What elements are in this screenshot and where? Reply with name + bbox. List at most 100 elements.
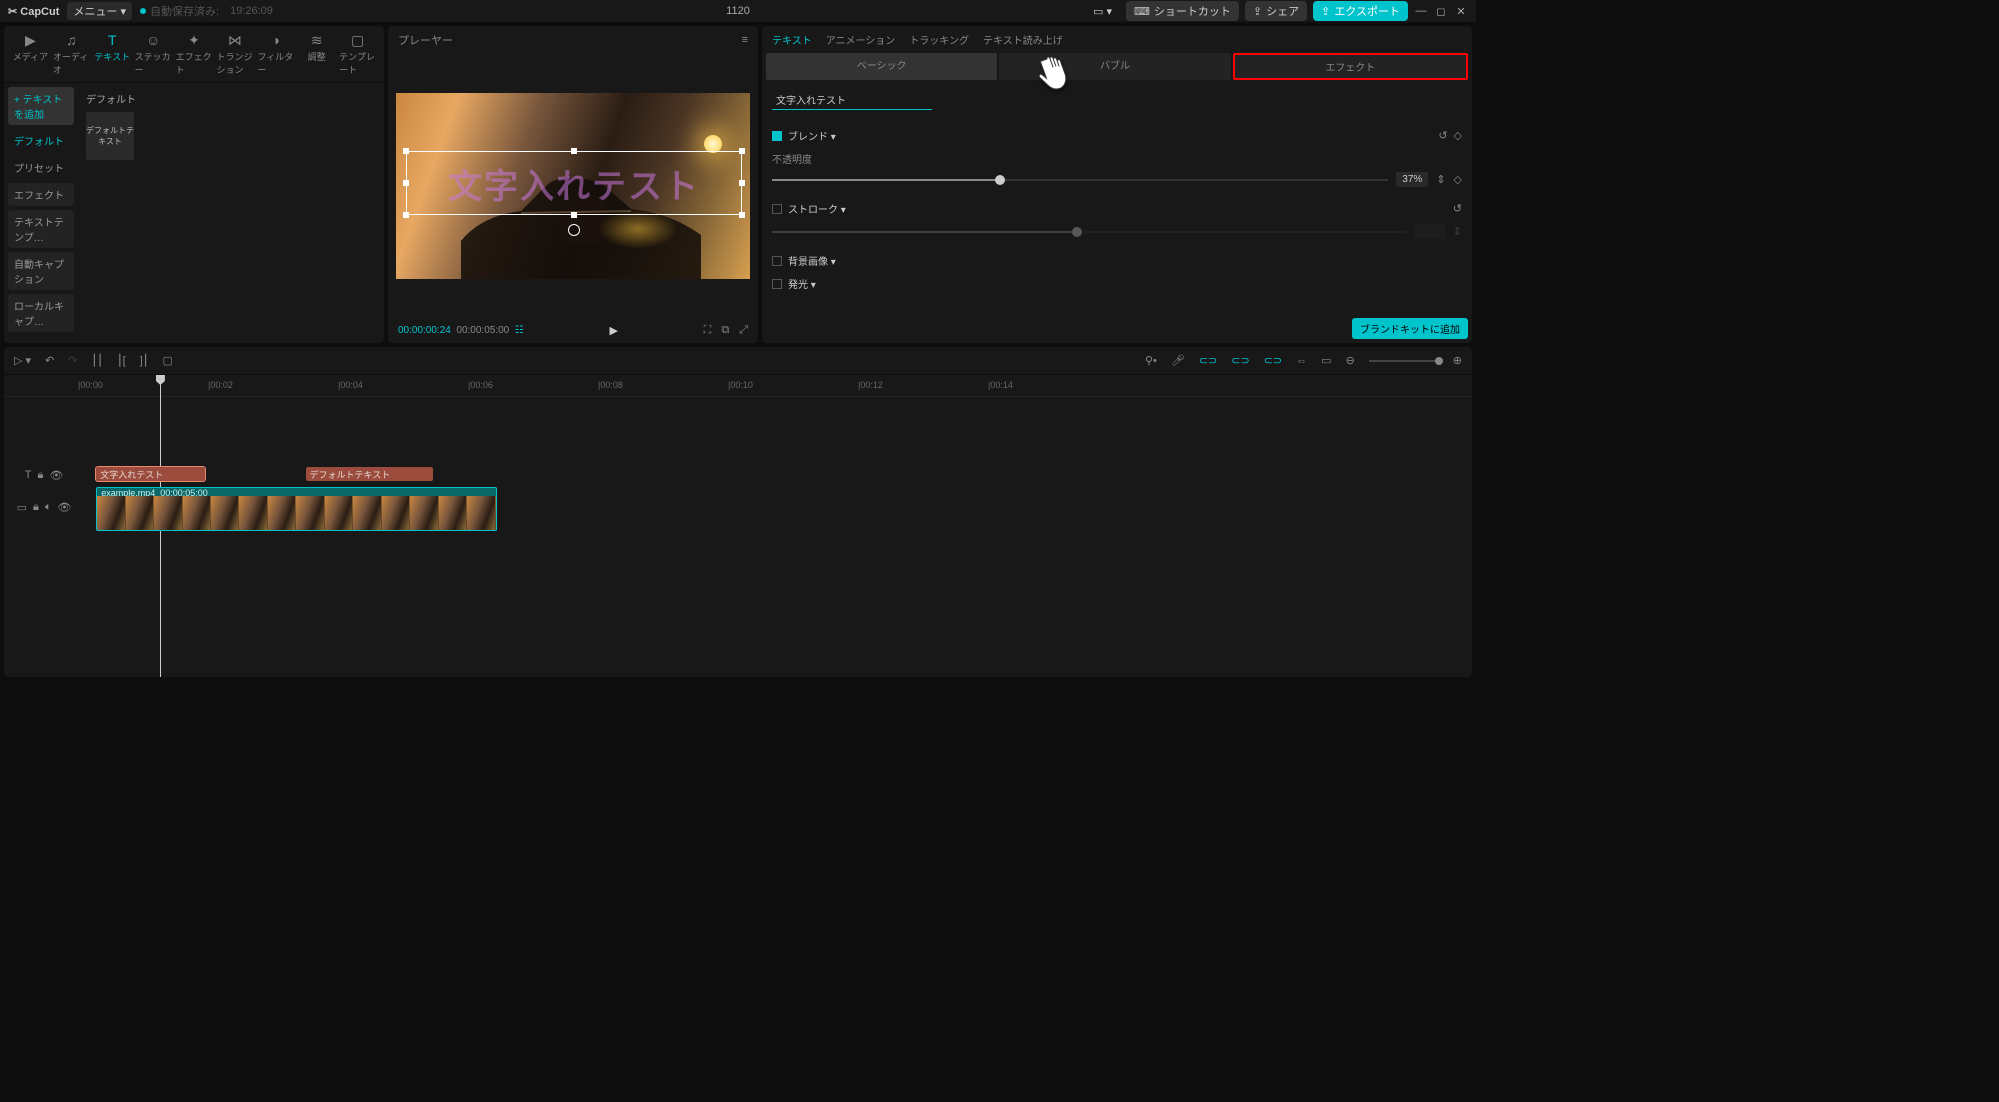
glow-label: 発光 ▾ <box>788 276 1462 291</box>
handle[interactable] <box>571 212 577 218</box>
text-content-input[interactable] <box>772 90 932 110</box>
sidenav-item-1[interactable]: デフォルト <box>8 129 74 152</box>
subtab-2[interactable]: エフェクト <box>1233 53 1468 80</box>
trim-right-icon[interactable]: ]⎮ <box>140 354 149 367</box>
minimize-button[interactable]: — <box>1414 5 1428 17</box>
right-tab-2[interactable]: トラッキング <box>909 32 969 47</box>
handle[interactable] <box>739 212 745 218</box>
text-track-head[interactable]: T🔒︎👁 <box>4 467 78 483</box>
top-tab-3[interactable]: ☺ステッカー <box>133 28 174 80</box>
export-button[interactable]: ⇪ エクスポート <box>1313 1 1408 21</box>
sidenav-item-6[interactable]: ローカルキャプ… <box>8 294 74 332</box>
keyframe-icon[interactable]: ◇ <box>1454 173 1462 186</box>
top-tab-4[interactable]: ✦エフェクト <box>174 28 215 80</box>
project-title: 1120 <box>726 5 750 17</box>
opacity-label: 不透明度 <box>772 151 1462 166</box>
trim-left-icon[interactable]: ⎮[ <box>117 354 126 367</box>
player-menu-icon[interactable]: ≡ <box>742 34 748 46</box>
split-icon[interactable]: ⎮⎮ <box>91 354 102 367</box>
mic-icon[interactable]: 🎤︎ <box>1171 354 1185 367</box>
top-tab-5[interactable]: ⋈トランジション <box>214 28 255 80</box>
monitor-icon[interactable]: ▭ <box>1321 354 1331 367</box>
sidenav-item-4[interactable]: テキストテンプ… <box>8 210 74 248</box>
preset-category: デフォルト <box>86 91 376 106</box>
stroke-slider <box>772 231 1407 233</box>
top-tab-1[interactable]: ♫オーディオ <box>51 28 92 80</box>
undo-icon[interactable]: ↶ <box>45 354 54 367</box>
ruler-tick: |00:08 <box>598 380 623 390</box>
ratio-icon[interactable]: ⧉ <box>721 324 729 337</box>
bg-checkbox[interactable] <box>772 256 782 266</box>
blend-label: ブレンド ▾ <box>788 128 1432 143</box>
keyframe-icon[interactable]: ◇ <box>1454 129 1462 142</box>
handle[interactable] <box>403 148 409 154</box>
stepper-icon[interactable]: ⇕ <box>1436 173 1445 186</box>
redo-icon[interactable]: ↷ <box>68 354 77 367</box>
link-1-icon[interactable]: ⊂⊃ <box>1199 354 1217 367</box>
top-tab-0[interactable]: ▶メディア <box>10 28 51 80</box>
zoom-fit-icon[interactable]: ⊕ <box>1453 354 1462 367</box>
ruler-tick: |00:12 <box>858 380 883 390</box>
sidenav-item-3[interactable]: エフェクト <box>8 183 74 206</box>
maximize-button[interactable]: ◻ <box>1434 5 1448 18</box>
reset-icon[interactable]: ↺ <box>1438 129 1447 142</box>
ruler-tick: |00:04 <box>338 380 363 390</box>
stroke-label: ストローク ▾ <box>788 201 1447 216</box>
fullscreen-icon[interactable]: ⤢ <box>739 324 748 337</box>
handle[interactable] <box>571 148 577 154</box>
overlay-text: 文字入れテスト <box>448 159 700 208</box>
preview-canvas[interactable]: 文字入れテスト <box>396 93 750 279</box>
glow-checkbox[interactable] <box>772 279 782 289</box>
sidenav-item-2[interactable]: プリセット <box>8 156 74 179</box>
subtab-0[interactable]: ベーシック <box>766 53 997 80</box>
text-clip-1[interactable]: デフォルトテキスト <box>306 467 433 481</box>
reset-icon[interactable]: ↺ <box>1453 202 1462 215</box>
sidenav-item-0[interactable]: + テキストを追加 <box>8 87 74 125</box>
shortcut-button[interactable]: ⌨ ショートカット <box>1126 1 1239 21</box>
opacity-value[interactable]: 37% <box>1396 172 1428 187</box>
right-tab-1[interactable]: アニメーション <box>826 32 896 47</box>
rotate-handle[interactable] <box>568 224 580 236</box>
stroke-checkbox[interactable] <box>772 204 782 214</box>
magnet-icon[interactable]: ⚲• <box>1145 354 1157 367</box>
crop-icon[interactable]: ⛶ <box>704 324 712 337</box>
handle[interactable] <box>403 212 409 218</box>
top-tab-6[interactable]: ◑フィルター <box>255 28 296 80</box>
top-tab-2[interactable]: Tテキスト <box>92 28 133 80</box>
select-tool-icon[interactable]: ▷ ▾ <box>14 354 31 367</box>
preview-flare <box>598 209 678 249</box>
share-button[interactable]: ⇪ シェア <box>1245 1 1307 21</box>
sidenav-item-5[interactable]: 自動キャプション <box>8 252 74 290</box>
video-track-head[interactable]: ▭🔒︎🔈︎👁 <box>4 483 78 531</box>
top-tab-8[interactable]: ▢テンプレート <box>337 28 378 80</box>
text-selection-box[interactable]: 文字入れテスト <box>406 151 742 215</box>
play-button[interactable]: ▶ <box>609 324 617 337</box>
link-3-icon[interactable]: ⊂⊃ <box>1264 354 1282 367</box>
menu-button[interactable]: メニュー ▾ <box>67 2 132 20</box>
handle[interactable] <box>739 148 745 154</box>
top-tab-7[interactable]: ≋調整 <box>296 28 337 80</box>
handle[interactable] <box>739 180 745 186</box>
autosave-status: 自動保存済み: 19:26:09 <box>140 3 273 19</box>
ruler-tick: |00:10 <box>728 380 753 390</box>
video-clip[interactable]: example.mp4 00:00:05:00 <box>96 487 496 531</box>
ruler-tick: |00:14 <box>988 380 1013 390</box>
right-tab-3[interactable]: テキスト読み上げ <box>983 32 1063 47</box>
zoom-slider[interactable] <box>1369 360 1439 362</box>
delete-icon[interactable]: ▢ <box>163 354 173 367</box>
player-title: プレーヤー <box>398 32 453 48</box>
blend-checkbox[interactable] <box>772 131 782 141</box>
handle[interactable] <box>403 180 409 186</box>
default-text-preset[interactable]: デフォルトテキスト <box>86 112 134 160</box>
close-button[interactable]: ✕ <box>1454 5 1468 18</box>
add-brandkit-button[interactable]: ブランドキットに追加 <box>1352 318 1468 339</box>
zoom-out-icon[interactable]: ⊖ <box>1346 354 1355 367</box>
right-tab-0[interactable]: テキスト <box>772 32 812 47</box>
subtab-1[interactable]: バブル <box>999 53 1230 80</box>
link-2-icon[interactable]: ⊂⊃ <box>1231 354 1249 367</box>
layout-button[interactable]: ▭ ▾ <box>1085 3 1120 20</box>
stepper-icon: ⇕ <box>1453 225 1462 238</box>
text-clip-0[interactable]: 文字入れテスト <box>96 467 205 481</box>
align-icon[interactable]: ⇔ <box>1296 355 1307 367</box>
opacity-slider[interactable] <box>772 179 1388 181</box>
